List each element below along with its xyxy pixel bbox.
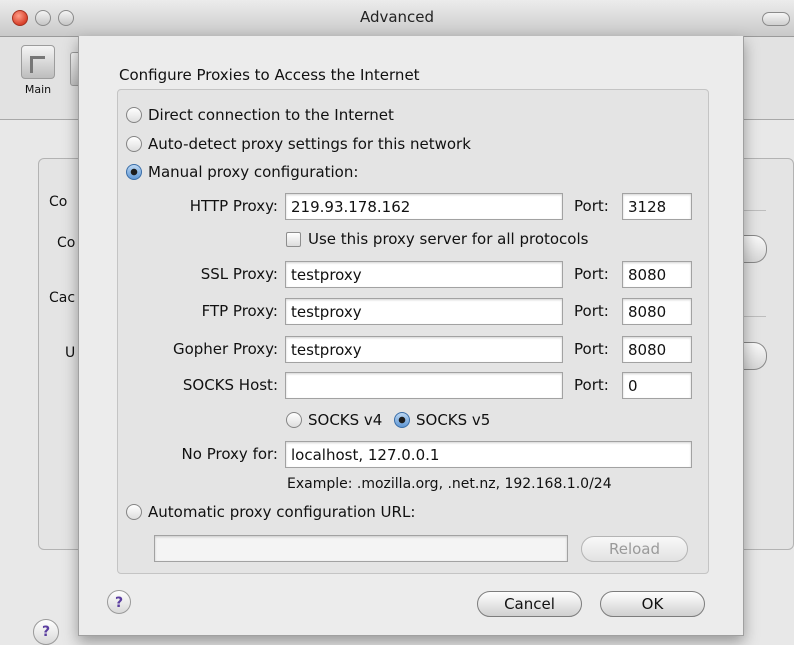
cancel-button[interactable]: Cancel — [477, 591, 582, 617]
gopher-proxy-input[interactable] — [285, 336, 563, 363]
reload-button[interactable]: Reload — [581, 536, 688, 562]
ssl-proxy-label: SSL Proxy: — [200, 265, 278, 283]
radio-auto-proxy-url[interactable]: Automatic proxy configuration URL: — [126, 503, 415, 521]
radio-direct-connection[interactable]: Direct connection to the Internet — [126, 106, 394, 124]
background-label-connection: Co — [49, 194, 68, 210]
ftp-port-input[interactable] — [622, 298, 692, 325]
ftp-port-label: Port: — [574, 302, 609, 320]
no-proxy-example: Example: .mozilla.org, .net.nz, 192.168.… — [287, 476, 612, 492]
radio-indicator[interactable] — [126, 504, 142, 520]
use-for-all-label: Use this proxy server for all protocols — [308, 230, 589, 248]
no-proxy-label: No Proxy for: — [181, 445, 278, 463]
window-title: Advanced — [359, 8, 435, 26]
toolbar-main-label: Main — [24, 83, 52, 96]
radio-direct-label: Direct connection to the Internet — [148, 106, 394, 124]
proxy-options-group: Direct connection to the Internet Auto-d… — [117, 89, 709, 574]
radio-manual-proxy[interactable]: Manual proxy configuration: — [126, 163, 358, 181]
help-button[interactable]: ? — [107, 590, 131, 614]
use-for-all-checkbox[interactable] — [286, 231, 301, 247]
radio-socks-v4[interactable]: SOCKS v4 — [286, 411, 382, 429]
ftp-proxy-input[interactable] — [285, 298, 563, 325]
use-for-all-checkbox-row[interactable]: Use this proxy server for all protocols — [286, 230, 588, 248]
background-clear-button[interactable] — [742, 342, 767, 370]
background-settings-button[interactable] — [742, 235, 767, 263]
socks-host-label: SOCKS Host: — [182, 376, 278, 394]
background-label-cache: Cac — [49, 290, 76, 306]
http-port-input[interactable] — [622, 193, 692, 220]
radio-indicator[interactable] — [286, 412, 302, 428]
radio-indicator-selected[interactable] — [394, 412, 410, 428]
background-label-configure: Co — [57, 235, 76, 251]
auto-proxy-url-input[interactable] — [154, 535, 568, 562]
window-titlebar: Advanced — [0, 0, 794, 37]
socks-v4-label: SOCKS v4 — [308, 411, 383, 429]
no-proxy-input[interactable] — [285, 441, 692, 468]
connection-settings-sheet: Configure Proxies to Access the Internet… — [78, 36, 744, 636]
gopher-port-input[interactable] — [622, 336, 692, 363]
auto-url-label: Automatic proxy configuration URL: — [148, 503, 416, 521]
ssl-proxy-input[interactable] — [285, 261, 563, 288]
radio-auto-detect-label: Auto-detect proxy settings for this netw… — [148, 135, 471, 153]
radio-indicator[interactable] — [126, 136, 142, 152]
background-label-use: U — [65, 345, 76, 361]
socks-host-input[interactable] — [285, 372, 563, 399]
socks-port-label: Port: — [574, 376, 609, 394]
socks-v5-label: SOCKS v5 — [416, 411, 491, 429]
radio-manual-label: Manual proxy configuration: — [148, 163, 359, 181]
main-pane-icon — [21, 45, 55, 79]
sheet-heading: Configure Proxies to Access the Internet — [119, 66, 420, 84]
socks-port-input[interactable] — [622, 372, 692, 399]
radio-indicator-selected[interactable] — [126, 164, 142, 180]
radio-indicator[interactable] — [126, 107, 142, 123]
gopher-proxy-label: Gopher Proxy: — [172, 340, 278, 358]
gopher-port-label: Port: — [574, 340, 609, 358]
ssl-port-label: Port: — [574, 265, 609, 283]
ok-button[interactable]: OK — [600, 591, 705, 617]
radio-socks-v5[interactable]: SOCKS v5 — [394, 411, 490, 429]
http-proxy-label: HTTP Proxy: — [189, 197, 278, 215]
http-proxy-input[interactable] — [285, 193, 563, 220]
toolbar-toggle-button[interactable] — [762, 12, 790, 26]
radio-auto-detect[interactable]: Auto-detect proxy settings for this netw… — [126, 135, 471, 153]
background-help-button[interactable]: ? — [33, 619, 59, 645]
ssl-port-input[interactable] — [622, 261, 692, 288]
toolbar-main-pane[interactable]: Main — [8, 45, 68, 96]
http-port-label: Port: — [574, 197, 609, 215]
ftp-proxy-label: FTP Proxy: — [201, 302, 278, 320]
